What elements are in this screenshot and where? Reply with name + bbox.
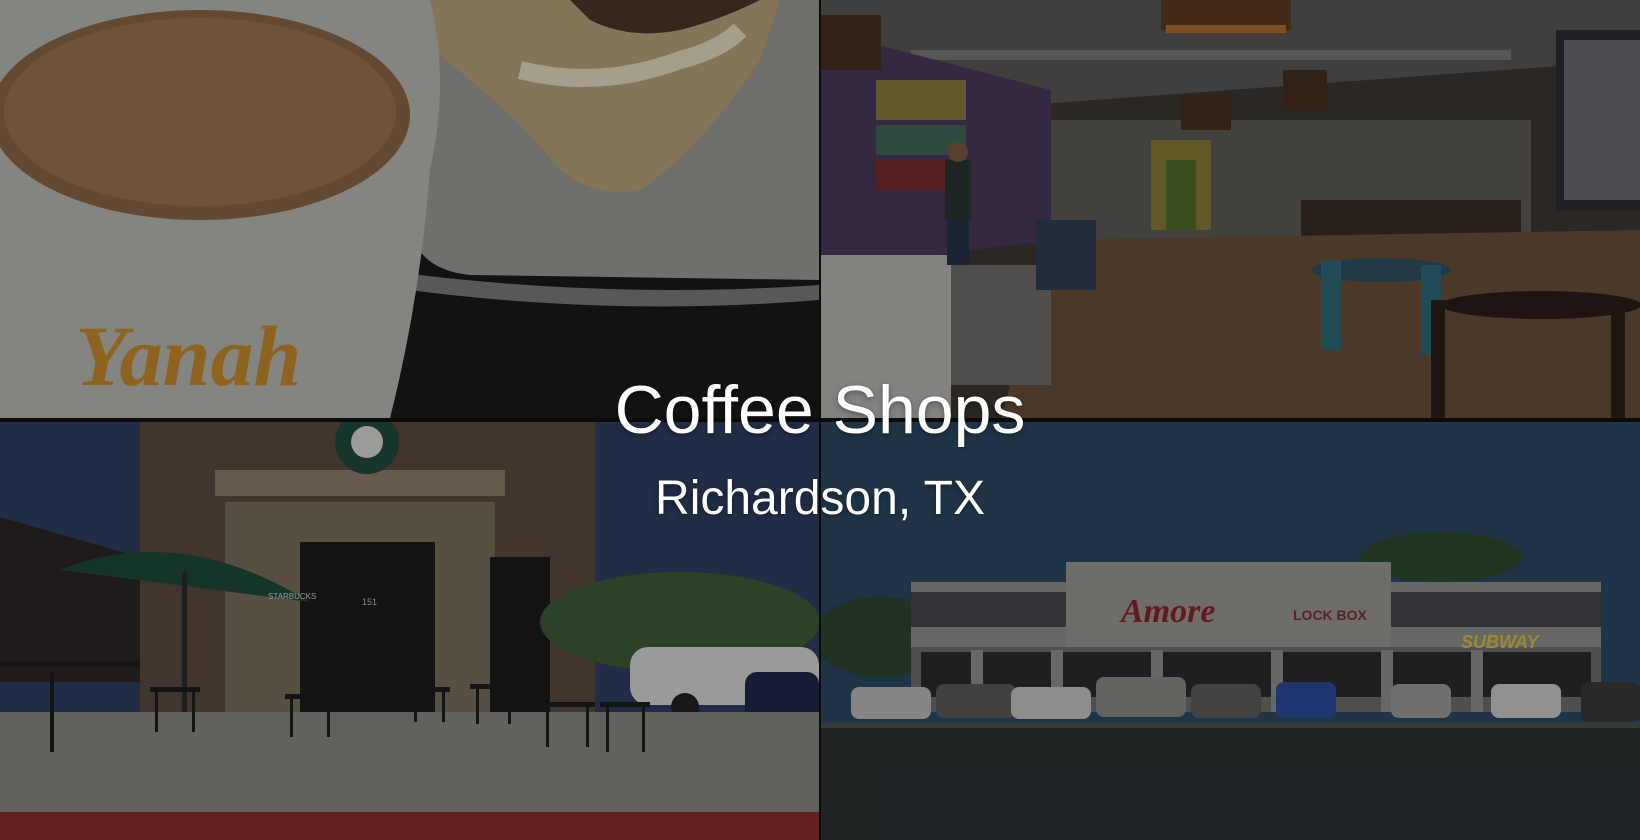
subway-sign: SUBWAY [1461, 632, 1541, 652]
location-subtitle: Richardson, TX [655, 472, 985, 525]
cafe-interior-photo [821, 0, 1640, 418]
address-number: 151 [362, 597, 377, 607]
amore-sign: Amore [1119, 593, 1215, 630]
page-title: Coffee Shops [614, 372, 1026, 448]
coffee-cup-photo: Yanah [0, 0, 819, 418]
umbrella-text: STARBUCKS [268, 592, 316, 601]
lockbox-sign: LOCK BOX [1293, 607, 1368, 623]
